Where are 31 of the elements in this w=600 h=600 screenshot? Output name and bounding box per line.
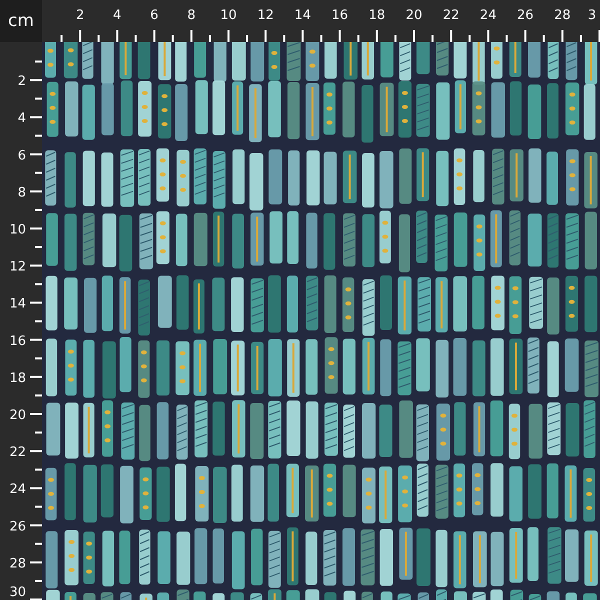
- ruler-number: 22: [442, 8, 460, 23]
- ruler-number: 12: [9, 260, 26, 275]
- ruler-number: 8: [18, 185, 26, 200]
- ruler-number: 16: [9, 334, 26, 349]
- ruler-number: 4: [113, 8, 122, 23]
- unit-label: cm: [8, 12, 34, 30]
- ruler-number: 8: [187, 8, 196, 23]
- ruler-number: 6: [18, 148, 26, 164]
- ruler-number: 2: [18, 74, 26, 90]
- ruler-number: 22: [9, 445, 26, 460]
- ruler-number: 24: [9, 482, 26, 498]
- ruler-number: 26: [517, 8, 534, 23]
- ruler-number: 18: [368, 8, 386, 23]
- ruler-number: 2: [76, 8, 84, 23]
- ruler-number: 28: [554, 8, 571, 23]
- ruler-number: 14: [294, 8, 311, 23]
- ruler-number: 18: [9, 370, 26, 386]
- ruler-number: 20: [406, 8, 422, 23]
- ruler-number: 3: [588, 8, 596, 23]
- ruler-number: 26: [9, 519, 26, 534]
- ruler-number: 10: [9, 222, 26, 238]
- ruler-number: 4: [18, 111, 26, 126]
- ruler-number: 24: [480, 8, 496, 23]
- ruler-number: 10: [220, 8, 237, 23]
- ruler-number: 14: [9, 296, 26, 312]
- ruler-number: 12: [257, 8, 274, 23]
- ruler-number: 20: [9, 408, 26, 423]
- ruler-number: 6: [150, 8, 158, 23]
- ruler-number: 16: [332, 8, 348, 23]
- ruler-number: 28: [9, 556, 26, 572]
- ruler-number: 30: [9, 585, 26, 600]
